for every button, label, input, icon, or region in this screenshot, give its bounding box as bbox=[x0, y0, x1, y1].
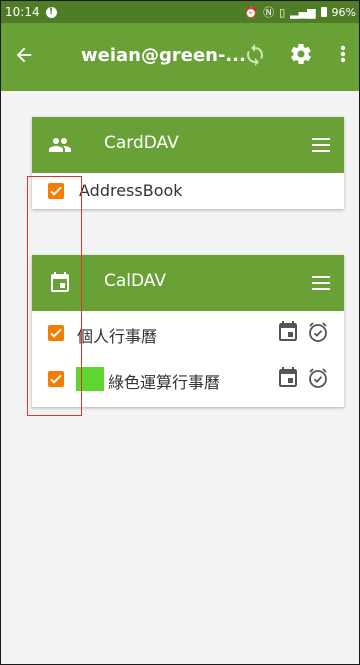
calendar-personal-checkbox[interactable] bbox=[48, 325, 64, 341]
alarm-icon: ⏰ bbox=[244, 5, 259, 19]
status-left: 10:14 ! bbox=[5, 5, 57, 19]
app-toolbar: weian@green-... bbox=[1, 23, 359, 91]
carddav-title: CardDAV bbox=[104, 133, 179, 153]
caldav-card: CalDAV 個人行事曆 綠色運算行事曆 bbox=[32, 255, 344, 407]
task-alarm-icon bbox=[306, 320, 330, 348]
calendar-personal-icons bbox=[276, 320, 330, 348]
account-title: weian@green-... bbox=[81, 45, 246, 66]
calendar-color-swatch bbox=[76, 367, 104, 391]
calendar-green-label: 綠色運算行事曆 bbox=[108, 373, 221, 392]
contacts-icon bbox=[48, 133, 72, 157]
caldav-menu-icon[interactable] bbox=[312, 273, 330, 293]
addressbook-label: AddressBook bbox=[79, 181, 183, 200]
more-vert-icon[interactable] bbox=[337, 42, 349, 68]
carddav-header: CardDAV bbox=[32, 117, 344, 173]
vibrate-icon: ▯ bbox=[279, 5, 286, 19]
caldav-title: CalDAV bbox=[104, 271, 166, 291]
battery-icon bbox=[320, 7, 327, 17]
status-right: ⏰ Ⓝ ▯ ▂▄▆ 96% bbox=[244, 4, 356, 20]
calendar-personal-label: 個人行事曆 bbox=[77, 327, 158, 346]
status-bar: 10:14 ! ⏰ Ⓝ ▯ ▂▄▆ 96% bbox=[1, 1, 359, 23]
addressbook-checkbox[interactable] bbox=[48, 183, 64, 199]
carddav-card: CardDAV AddressBook bbox=[32, 117, 344, 209]
nfc-icon: Ⓝ bbox=[263, 6, 275, 19]
event-calendar-icon bbox=[276, 366, 300, 394]
calendar-green-icons bbox=[276, 366, 330, 394]
battery-level: 96% bbox=[331, 5, 356, 19]
carddav-menu-icon[interactable] bbox=[312, 135, 330, 155]
event-calendar-icon bbox=[276, 320, 300, 348]
alert-icon: ! bbox=[45, 6, 57, 18]
sync-icon[interactable] bbox=[243, 43, 267, 67]
caldav-header: CalDAV bbox=[32, 255, 344, 311]
list-item-addressbook[interactable]: AddressBook bbox=[32, 173, 344, 209]
task-alarm-icon bbox=[306, 366, 330, 394]
list-item-calendar-green[interactable]: 綠色運算行事曆 bbox=[32, 361, 344, 397]
arrow-back-icon[interactable] bbox=[13, 44, 53, 71]
calendar-green-checkbox[interactable] bbox=[48, 371, 64, 387]
list-item-calendar-personal[interactable]: 個人行事曆 bbox=[32, 315, 344, 351]
signal-icon: ▂▄▆ bbox=[290, 5, 316, 19]
app-screen: 10:14 ! ⏰ Ⓝ ▯ ▂▄▆ 96% weian@green-... Ca… bbox=[0, 0, 360, 665]
status-time: 10:14 bbox=[5, 5, 40, 19]
settings-icon[interactable] bbox=[289, 42, 315, 68]
calendar-icon bbox=[48, 271, 72, 295]
